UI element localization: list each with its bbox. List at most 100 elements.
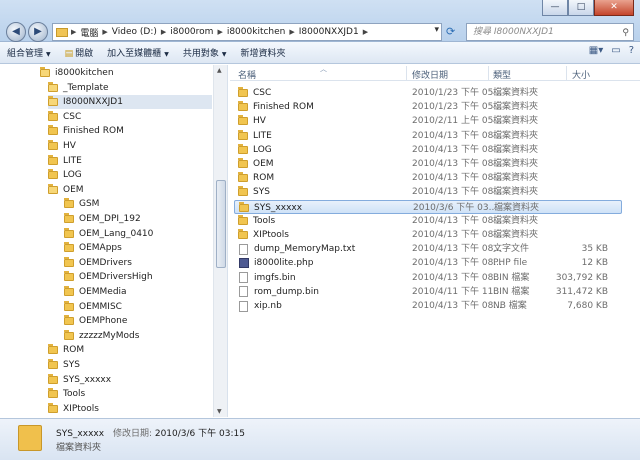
tree-item[interactable]: LOG: [48, 168, 82, 182]
open-button[interactable]: ▤ 開啟: [58, 46, 101, 59]
address-bar[interactable]: ▶ 電腦 ▶ Video (D:) ▶ i8000rom ▶ i8000kitc…: [52, 23, 442, 41]
file-row[interactable]: rom_dump.bin 2010/4/11 下午 11... BIN 檔案 311,…: [234, 285, 622, 299]
folder-icon: [56, 27, 68, 37]
breadcrumb-current[interactable]: I8000NXXJD1: [296, 27, 362, 37]
folder-icon: [238, 186, 248, 197]
file-row[interactable]: SYS 2010/4/13 下午 08... 檔案資料夾: [234, 185, 622, 199]
tree-item[interactable]: zzzzzMyMods: [64, 329, 139, 343]
column-divider[interactable]: [406, 66, 407, 80]
chevron-right-icon[interactable]: ▶: [101, 28, 108, 36]
file-name: LITE: [253, 130, 272, 141]
file-row[interactable]: dump_MemoryMap.txt 2010/4/13 下午 08... 文字文件…: [234, 242, 622, 256]
open-label: 開啟: [75, 49, 94, 59]
file-row[interactable]: imgfs.bin 2010/4/13 下午 08... BIN 檔案 303,792…: [234, 271, 622, 285]
file-row[interactable]: XIPtools 2010/4/13 下午 08... 檔案資料夾: [234, 228, 622, 242]
view-options-icon[interactable]: ▦▾: [589, 45, 603, 56]
organize-button[interactable]: 組合管理 ▼: [0, 46, 58, 59]
breadcrumb-i8000kitchen[interactable]: i8000kitchen: [224, 27, 289, 37]
file-row[interactable]: ROM 2010/4/13 下午 08... 檔案資料夾: [234, 171, 622, 185]
refresh-icon[interactable]: ⟳: [446, 25, 455, 38]
folder-icon: [64, 271, 74, 282]
file-row[interactable]: OEM 2010/4/13 下午 08... 檔案資料夾: [234, 157, 622, 171]
file-row[interactable]: HV 2010/2/11 上午 05... 檔案資料夾: [234, 114, 622, 128]
file-row[interactable]: Tools 2010/4/13 下午 08... 檔案資料夾: [234, 214, 622, 228]
scroll-down-icon[interactable]: ▼: [217, 408, 222, 415]
tree-item[interactable]: ROM: [48, 343, 84, 357]
add-to-library-button[interactable]: 加入至媒體櫃 ▼: [100, 46, 176, 59]
tree-item[interactable]: OEMDriversHigh: [64, 270, 153, 284]
tree-item[interactable]: OEM_DPI_192: [64, 212, 141, 226]
file-row[interactable]: LOG 2010/4/13 下午 08... 檔案資料夾: [234, 143, 622, 157]
folder-icon: [18, 425, 42, 451]
tree-item[interactable]: LITE: [48, 154, 82, 168]
tree-item[interactable]: Tools: [48, 387, 85, 401]
chevron-right-icon[interactable]: ▶: [216, 28, 223, 36]
scroll-up-icon[interactable]: ▲: [217, 67, 222, 74]
file-name: ROM: [253, 173, 275, 184]
file-row[interactable]: xip.nb 2010/4/13 下午 08... NB 檔案 7,680 KB: [234, 299, 622, 313]
file-date: 2010/4/11 下午 11...: [412, 286, 502, 297]
tree-item[interactable]: OEMPhone: [64, 314, 127, 328]
file-type: PHP file: [493, 258, 528, 269]
tree-item[interactable]: OEM_Lang_0410: [64, 227, 153, 241]
file-name-cell: dump_MemoryMap.txt: [238, 242, 355, 256]
column-name[interactable]: 名稱: [238, 68, 256, 81]
file-date: 2010/4/13 下午 08...: [412, 159, 502, 169]
column-divider[interactable]: [566, 66, 567, 80]
tree-item[interactable]: OEMApps: [64, 241, 122, 255]
tree-item[interactable]: HV: [48, 139, 76, 153]
close-button[interactable]: ✕: [594, 0, 634, 16]
tree-item[interactable]: GSM: [64, 197, 99, 211]
chevron-right-icon[interactable]: ▶: [288, 28, 295, 36]
tree-item[interactable]: SYS: [48, 358, 80, 372]
back-button[interactable]: ◀: [6, 22, 26, 42]
share-button[interactable]: 共用對象 ▼: [176, 46, 234, 59]
breadcrumb-drive[interactable]: Video (D:): [109, 27, 160, 37]
file-name: OEM: [253, 159, 274, 169]
column-date[interactable]: 修改日期: [412, 68, 448, 81]
tree-scrollbar[interactable]: ▲ ▼: [213, 65, 227, 417]
file-name: HV: [253, 116, 266, 127]
search-icon[interactable]: ⚲: [622, 25, 629, 41]
folder-icon: [64, 198, 74, 209]
file-row[interactable]: CSC 2010/1/23 下午 05... 檔案資料夾: [234, 86, 622, 100]
new-folder-button[interactable]: 新增資料夾: [233, 46, 292, 59]
breadcrumb-computer[interactable]: 電腦: [77, 26, 101, 39]
column-type[interactable]: 類型: [493, 68, 511, 81]
file-row[interactable]: Finished ROM 2010/1/23 下午 05... 檔案資料夾: [234, 100, 622, 114]
file-row[interactable]: SYS_xxxxx 2010/3/6 下午 03... 檔案資料夾: [234, 199, 622, 214]
maximize-button[interactable]: □: [568, 0, 594, 16]
tree-item-label: OEM_DPI_192: [79, 214, 141, 224]
preview-pane-icon[interactable]: ▭: [611, 45, 620, 56]
column-divider[interactable]: [488, 66, 489, 80]
tree-item[interactable]: I8000NXXJD1: [48, 95, 212, 110]
help-icon[interactable]: ?: [629, 45, 634, 56]
toolbar-right: ▦▾ ▭ ?: [589, 45, 634, 56]
chevron-right-icon[interactable]: ▶: [160, 28, 167, 36]
search-input[interactable]: 搜尋 I8000NXXJD1 ⚲: [466, 23, 634, 41]
forward-button[interactable]: ▶: [28, 22, 48, 42]
minimize-button[interactable]: —: [542, 0, 568, 16]
address-dropdown-icon[interactable]: ▾: [434, 25, 439, 35]
breadcrumb-i8000rom[interactable]: i8000rom: [167, 27, 216, 37]
file-row[interactable]: i8000lite.php 2010/4/13 下午 08... PHP file 1…: [234, 256, 622, 270]
tree-item[interactable]: i8000kitchen: [40, 66, 114, 80]
tree-item[interactable]: OEMMedia: [64, 285, 127, 299]
tree-item[interactable]: Finished ROM: [48, 124, 124, 138]
folder-icon: [48, 140, 58, 150]
navigation-tree: i8000kitchen _Template I8000NXXJD1 CSC Finis…: [0, 65, 228, 417]
tree-item[interactable]: OEMDrivers: [64, 256, 132, 270]
scrollbar-thumb[interactable]: [216, 180, 226, 268]
tree-item[interactable]: _Template: [48, 81, 109, 95]
file-type: 檔案資料夾: [493, 88, 539, 98]
file-row[interactable]: LITE 2010/4/13 下午 08... 檔案資料夾: [234, 129, 622, 143]
chevron-right-icon[interactable]: ▶: [70, 28, 77, 36]
tree-item[interactable]: SYS_xxxxx: [48, 373, 111, 387]
tree-item[interactable]: OEMMISC: [64, 300, 122, 314]
tree-item[interactable]: CSC: [48, 110, 81, 124]
tree-item[interactable]: OEM: [48, 183, 84, 197]
column-size[interactable]: 大小: [572, 68, 590, 81]
file-date: 2010/4/13 下午 08...: [412, 130, 502, 141]
chevron-right-icon[interactable]: ▶: [362, 28, 369, 36]
tree-item[interactable]: XIPtools: [48, 402, 99, 416]
